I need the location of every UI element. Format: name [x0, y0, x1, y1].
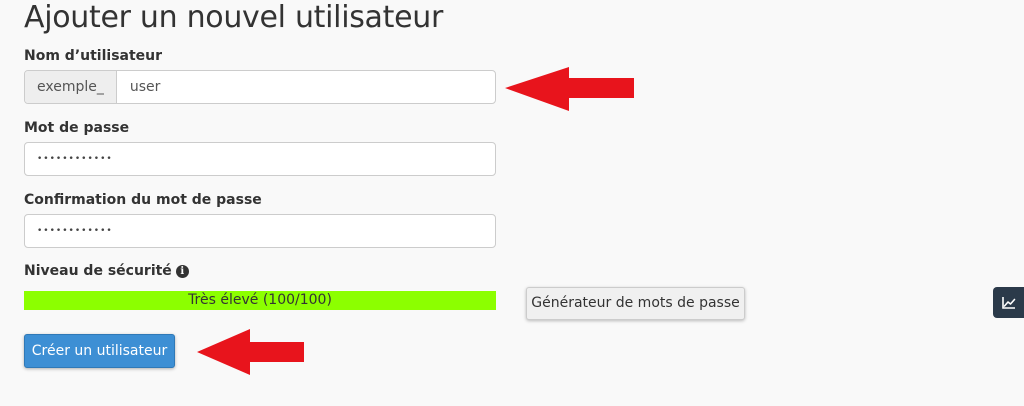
- security-level-label: Niveau de sécurité i: [24, 262, 189, 280]
- info-circle-icon[interactable]: i: [175, 265, 189, 278]
- line-chart-icon: [1002, 297, 1016, 309]
- annotation-arrow-create: [197, 329, 304, 375]
- confirm-password-input[interactable]: ••••••••••••: [24, 214, 496, 248]
- username-input[interactable]: user: [117, 71, 161, 103]
- username-label: Nom d’utilisateur: [24, 48, 163, 64]
- create-user-button[interactable]: Créer un utilisateur: [24, 334, 175, 368]
- password-value: ••••••••••••: [37, 154, 113, 164]
- username-input-group: exemple_ user: [24, 70, 496, 104]
- password-label: Mot de passe: [24, 120, 130, 136]
- page-title: Ajouter un nouvel utilisateur: [24, 0, 444, 35]
- password-strength-meter: Très élevé (100/100): [24, 291, 496, 310]
- confirm-password-label: Confirmation du mot de passe: [24, 192, 262, 208]
- username-prefix: exemple_: [25, 71, 117, 103]
- password-generator-button[interactable]: Générateur de mots de passe: [526, 287, 745, 320]
- security-level-text: Niveau de sécurité: [24, 263, 172, 279]
- side-stats-widget[interactable]: [993, 287, 1024, 318]
- annotation-arrow-username: [505, 67, 634, 111]
- confirm-password-value: ••••••••••••: [37, 226, 113, 236]
- password-input[interactable]: ••••••••••••: [24, 142, 496, 176]
